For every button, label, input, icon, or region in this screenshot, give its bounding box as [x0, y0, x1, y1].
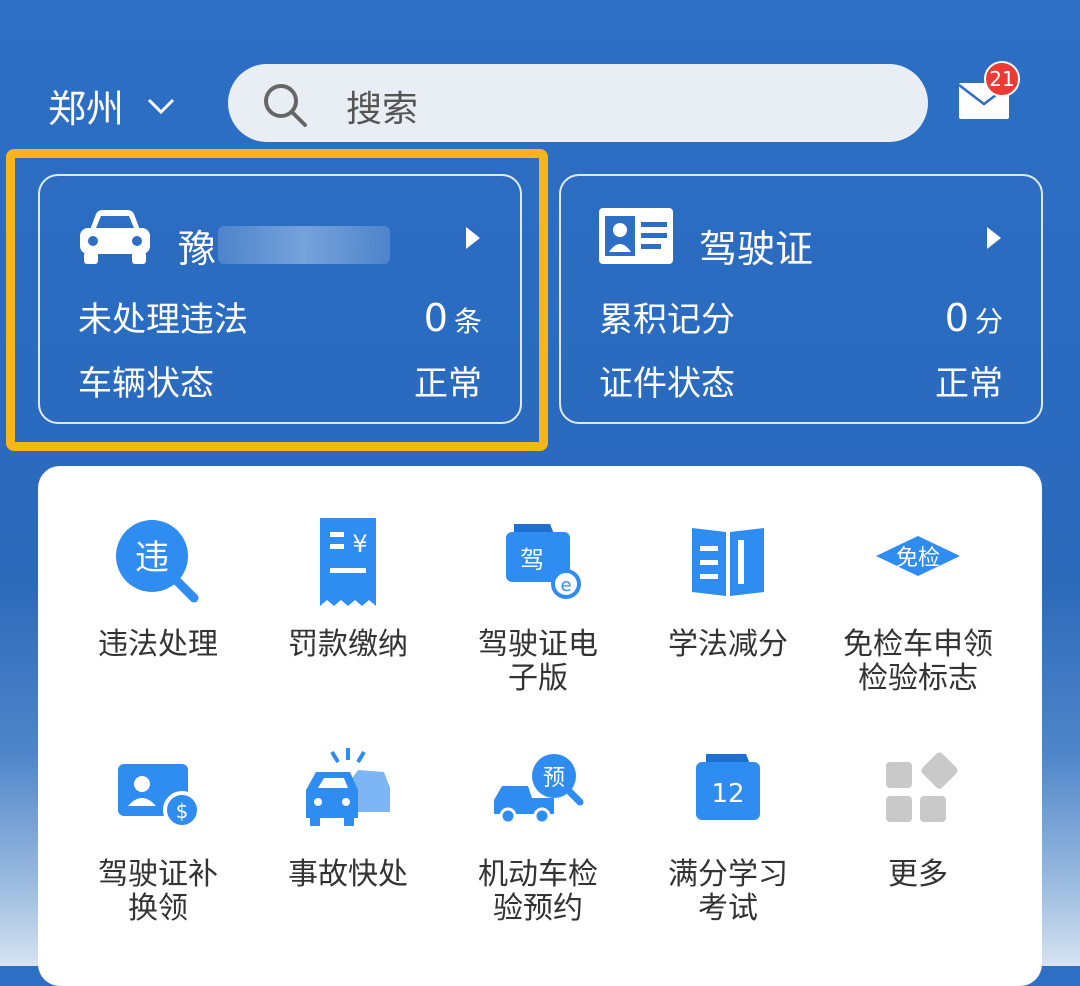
- book-icon: [692, 528, 764, 596]
- triangle-right-icon: [466, 227, 480, 249]
- search-placeholder: 搜索: [346, 89, 419, 130]
- svg-text:$: $: [176, 799, 189, 823]
- message-count-badge: 21: [984, 61, 1020, 97]
- unprocessed-violations-row: 未处理违法 0条: [78, 292, 482, 341]
- vehicle-status-row: 车辆状态 正常: [78, 356, 482, 405]
- row-value: 正常: [935, 364, 1003, 404]
- accumulated-points-row: 累积记分 0分: [599, 292, 1003, 341]
- svg-text:12: 12: [711, 779, 744, 809]
- violation-icon: 违: [116, 520, 199, 603]
- service-study[interactable]: 学法减分: [633, 512, 823, 662]
- vehicle-card[interactable]: 豫 未处理违法 0条 车辆状态 正常: [38, 174, 522, 424]
- service-label: 满分学习 考试: [668, 857, 788, 926]
- service-label: 罚款缴纳: [288, 627, 408, 662]
- service-label: 驾驶证补 换领: [98, 857, 218, 926]
- search-input[interactable]: 搜索: [228, 64, 928, 142]
- row-unit: 条: [453, 305, 482, 338]
- city-name: 郑州: [48, 87, 125, 131]
- inspection-appointment-icon: 预: [494, 754, 584, 825]
- service-label: 事故快处: [288, 857, 408, 892]
- service-inspection-appointment[interactable]: 预 机动车检 验预约: [443, 742, 633, 926]
- city-selector[interactable]: 郑州: [48, 78, 176, 133]
- svg-text:免检: 免检: [896, 546, 940, 571]
- plate-number: 豫: [178, 227, 217, 271]
- svg-text:驾: 驾: [520, 546, 544, 574]
- id-card-icon: [599, 208, 673, 264]
- svg-text:预: 预: [543, 766, 565, 791]
- accident-icon: [306, 748, 390, 826]
- calendar-12-icon: 12: [696, 754, 760, 820]
- fine-receipt-icon: ¥: [320, 518, 376, 606]
- service-full-score-exam[interactable]: 12 满分学习 考试: [633, 742, 823, 926]
- e-license-icon: 驾 e: [506, 524, 581, 599]
- svg-text:¥: ¥: [352, 530, 367, 558]
- row-label: 证件状态: [599, 364, 735, 404]
- inspection-exempt-icon: 免检: [876, 536, 960, 576]
- car-icon: [80, 210, 150, 264]
- license-card[interactable]: 驾驶证 累积记分 0分 证件状态 正常: [559, 174, 1043, 424]
- service-label: 机动车检 验预约: [478, 857, 598, 926]
- service-accident[interactable]: 事故快处: [253, 742, 443, 892]
- row-label: 未处理违法: [78, 300, 248, 340]
- service-label: 免检车申领 检验标志: [843, 627, 993, 696]
- service-label: 驾驶证电 子版: [478, 627, 598, 696]
- service-license-replace[interactable]: $ 驾驶证补 换领: [63, 742, 253, 926]
- service-inspection-exempt[interactable]: 免检 免检车申领 检验标志: [823, 512, 1013, 696]
- row-label: 车辆状态: [78, 364, 214, 404]
- plate-blur-mask: [218, 226, 390, 264]
- service-more[interactable]: 更多: [823, 742, 1013, 892]
- license-replace-icon: $: [118, 764, 201, 829]
- service-e-license[interactable]: 驾 e 驾驶证电 子版: [443, 512, 633, 696]
- row-label: 累积记分: [599, 300, 735, 340]
- triangle-right-icon: [987, 227, 1001, 249]
- svg-text:违: 违: [135, 538, 169, 578]
- service-violation[interactable]: 违 违法处理: [63, 512, 253, 662]
- service-label: 违法处理: [98, 627, 218, 662]
- search-icon: [264, 84, 307, 127]
- service-label: 更多: [888, 857, 948, 892]
- row-value: 0: [944, 296, 969, 340]
- svg-text:e: e: [560, 575, 571, 596]
- services-panel: 违 违法处理 ¥ 罚款缴纳 驾 e 驾驶证电 子版 学法减分 免检 免检车申领 …: [38, 466, 1042, 986]
- service-fine[interactable]: ¥ 罚款缴纳: [253, 512, 443, 662]
- row-unit: 分: [974, 305, 1003, 338]
- service-label: 学法减分: [668, 627, 788, 662]
- chevron-down-icon: [147, 98, 175, 114]
- license-status-row: 证件状态 正常: [599, 356, 1003, 405]
- license-title: 驾驶证: [699, 227, 814, 271]
- row-value: 0: [423, 296, 448, 340]
- row-value: 正常: [414, 364, 482, 404]
- more-grid-icon: [886, 752, 958, 822]
